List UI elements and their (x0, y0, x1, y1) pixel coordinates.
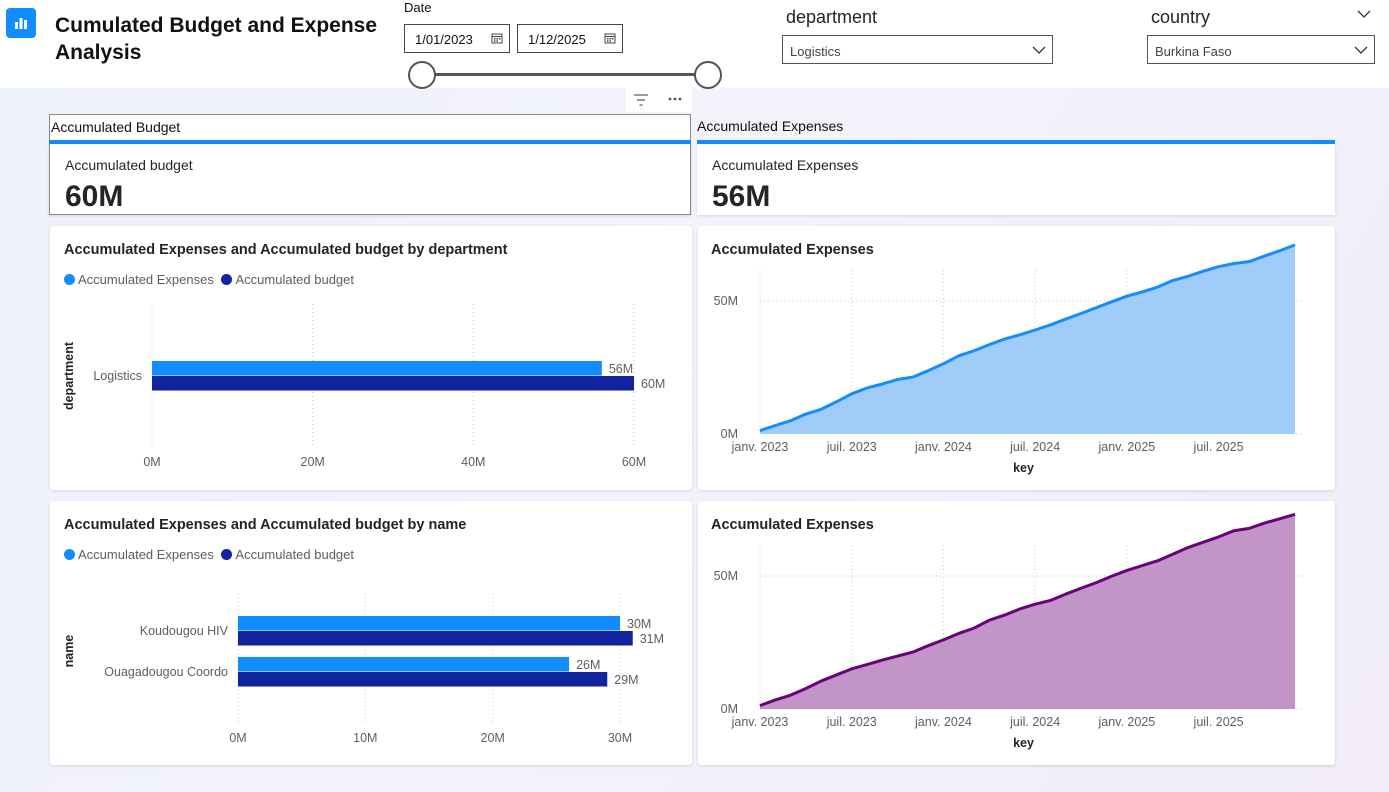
department-dropdown[interactable]: Logistics (782, 35, 1053, 64)
chart-by-name-plot: 0M 10M 20M 30MnameKoudougou HIV 30M31MOuagad… (62, 593, 664, 745)
date-start-input[interactable]: 1/01/2023 (404, 24, 510, 53)
date-end-value: 1/12/2025 (528, 32, 586, 47)
y-axis-title: department (62, 341, 76, 410)
data-label: 60M (641, 377, 665, 391)
x-tick-label: 20M (481, 731, 505, 745)
x-axis-title: key (1013, 461, 1034, 475)
chart-by-department-plot: 0M 20M 40M 60M department Logistics 56M 60M (62, 304, 665, 469)
x-tick-label: 10M (353, 731, 377, 745)
kpi-expenses-card[interactable]: Accumulated Expenses 56M (697, 144, 1335, 215)
x-tick-label: 60M (622, 455, 646, 469)
bar-budget (238, 672, 608, 687)
bar-chart-icon (6, 8, 36, 38)
x-tick-label: juil. 2025 (1193, 440, 1244, 454)
data-label: 30M (627, 617, 651, 631)
y-tick-label: 50M (714, 294, 738, 308)
chevron-down-icon[interactable] (1357, 9, 1371, 19)
x-tick-label: juil. 2024 (1009, 715, 1060, 729)
y-tick-label: 0M (721, 702, 738, 716)
area-fill (760, 244, 1295, 434)
country-dropdown[interactable]: Burkina Faso (1147, 35, 1375, 64)
x-tick-label: janv. 2024 (914, 715, 972, 729)
data-label: 29M (614, 673, 638, 687)
bar-budget (152, 376, 634, 391)
country-slicer-label: country (1151, 7, 1211, 27)
kpi-budget-value: 60M (65, 180, 124, 213)
department-dropdown-value: Logistics (790, 44, 841, 59)
chart-by-name-card[interactable]: Accumulated Expenses and Accumulated bud… (50, 501, 692, 765)
area-fill (760, 514, 1295, 709)
category-label: Koudougou HIV (140, 624, 229, 638)
x-tick-label: janv. 2023 (731, 715, 789, 729)
x-tick-label: 30M (608, 731, 632, 745)
kpi-budget-header: Accumulated Budget (49, 114, 691, 142)
y-axis-title: name (62, 635, 76, 668)
data-label: 56M (609, 362, 633, 376)
x-tick-label: janv. 2023 (731, 440, 789, 454)
bar-budget (238, 631, 633, 646)
kpi-expenses-header: Accumulated Expenses (697, 114, 1335, 142)
department-slicer-label: department (786, 7, 878, 27)
kpi-budget-header-text: Accumulated Budget (51, 119, 181, 135)
category-label: Logistics (93, 369, 142, 383)
x-tick-label: 0M (229, 731, 246, 745)
kpi-budget-card[interactable]: Accumulated budget 60M (49, 144, 691, 215)
report-title: Cumulated Budget and Expense Analysis (55, 14, 378, 64)
chart-expenses-area-purple-card[interactable]: Accumulated Expenses 0M 50M janv. 2023 juil… (698, 501, 1335, 765)
bar-expenses (238, 616, 620, 631)
date-end-input[interactable]: 1/12/2025 (517, 24, 623, 53)
x-tick-label: 40M (461, 455, 485, 469)
kpi-expenses-header-text: Accumulated Expenses (697, 118, 844, 134)
filter-icon[interactable] (633, 93, 649, 107)
date-range-end-handle[interactable] (694, 61, 722, 89)
date-slicer-label: Date (404, 0, 432, 15)
kpi-expenses-value: 56M (712, 180, 771, 213)
x-tick-label: juil. 2023 (826, 715, 877, 729)
chart-by-department-card[interactable]: Accumulated Expenses and Accumulated bud… (50, 226, 692, 490)
bar-expenses (152, 361, 602, 376)
bar-expenses (238, 657, 570, 672)
more-options-icon[interactable] (668, 97, 682, 101)
chevron-down-icon (1354, 46, 1368, 54)
x-tick-label: 20M (301, 455, 325, 469)
x-tick-label: juil. 2024 (1009, 440, 1060, 454)
data-label: 31M (640, 632, 664, 646)
date-start-value: 1/01/2023 (415, 32, 473, 47)
visual-header-toolbar (626, 88, 692, 112)
chevron-down-icon (1032, 46, 1046, 54)
x-tick-label: juil. 2025 (1193, 715, 1244, 729)
x-tick-label: juil. 2023 (826, 440, 877, 454)
x-axis-title: key (1013, 736, 1034, 750)
category-label: Ouagadougou Coordo (104, 665, 228, 679)
kpi-expenses-label: Accumulated Expenses (712, 157, 859, 173)
x-tick-label: janv. 2024 (914, 440, 972, 454)
date-range-track[interactable] (422, 73, 709, 76)
y-tick-label: 0M (721, 427, 738, 441)
country-dropdown-value: Burkina Faso (1155, 44, 1232, 59)
chart-expenses-area-purple-plot: 0M 50M janv. 2023 juil. 2023 janv. 2024 juil.… (714, 512, 1303, 750)
x-tick-label: 0M (143, 455, 160, 469)
data-label: 26M (576, 658, 600, 672)
calendar-icon[interactable] (491, 32, 503, 44)
report-header: Cumulated Budget and Expense Analysis Da… (0, 0, 1389, 89)
kpi-budget-label: Accumulated budget (65, 157, 193, 173)
chart-expenses-area-plot: 0M 50M janv. 2023 juil. 2023 janv. 2024 juil.… (714, 243, 1303, 475)
y-tick-label: 50M (714, 569, 738, 583)
date-range-start-handle[interactable] (408, 61, 436, 89)
x-tick-label: janv. 2025 (1097, 715, 1155, 729)
x-tick-label: janv. 2025 (1097, 440, 1155, 454)
calendar-icon[interactable] (604, 32, 616, 44)
chart-expenses-area-card[interactable]: Accumulated Expenses 0M 50M janv. 2023 juil… (698, 226, 1335, 490)
